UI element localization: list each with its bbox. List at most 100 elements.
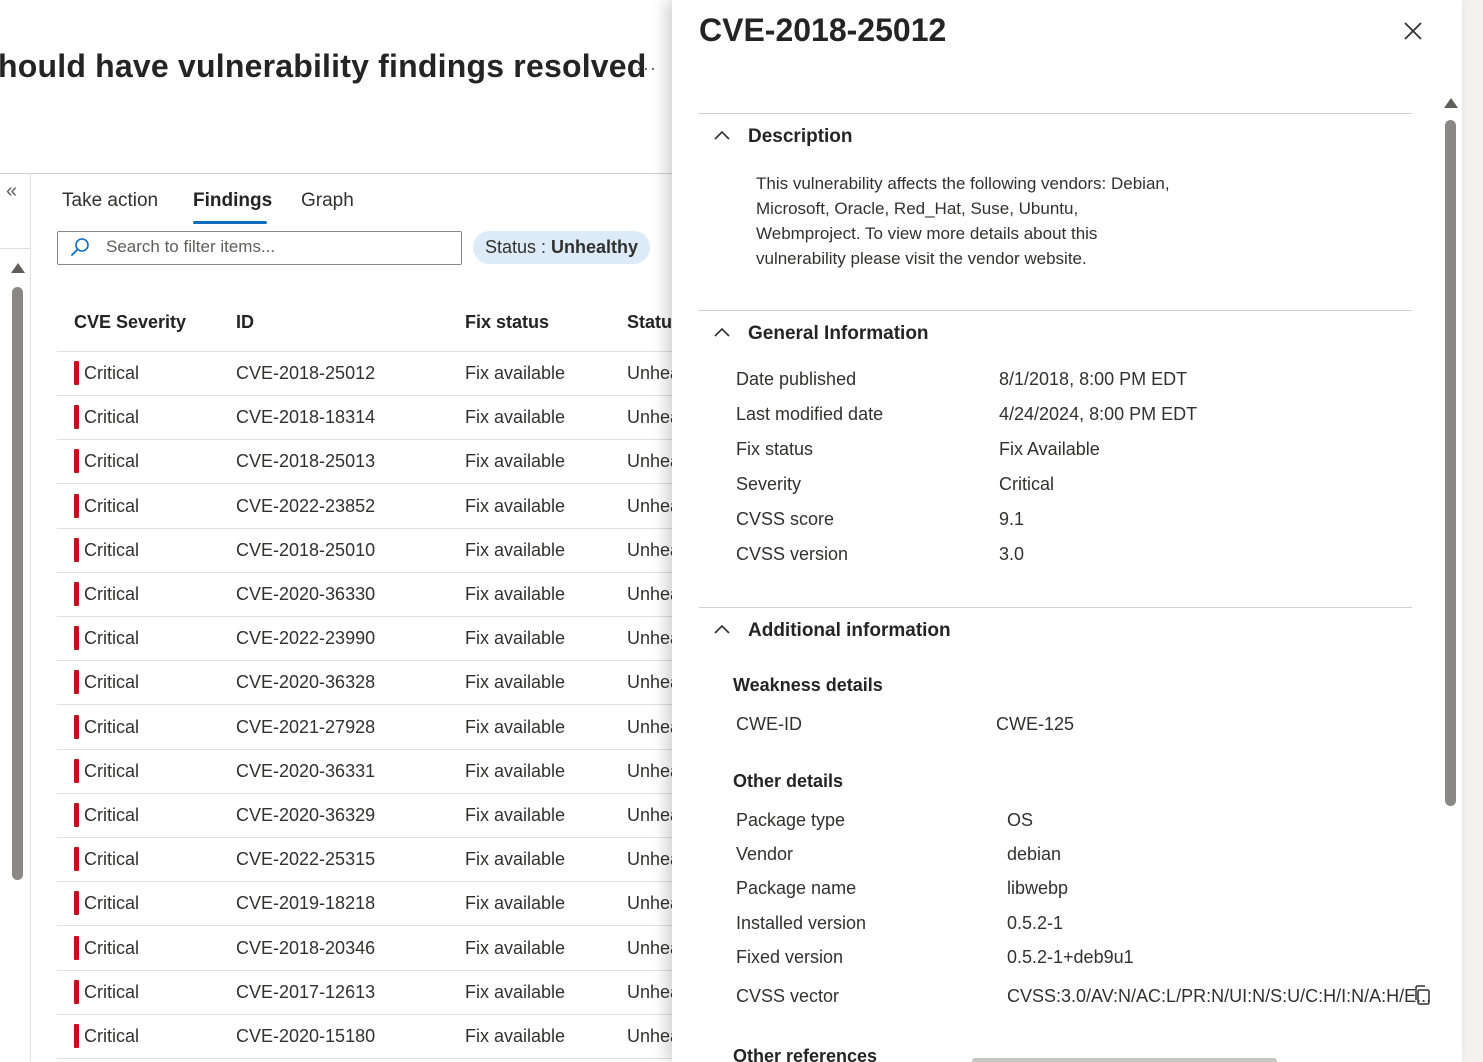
panel-title: CVE-2018-25012 <box>699 12 947 48</box>
severity-cell: Critical <box>84 716 140 737</box>
table-row[interactable]: Critical CVE-2022-23852 Fix available Unhea <box>57 485 697 529</box>
severity-indicator <box>74 803 79 827</box>
description-text: This vulnerability affects the following… <box>756 174 1170 268</box>
panel-edge <box>1462 0 1483 1062</box>
id-cell: CVE-2020-36329 <box>236 805 376 825</box>
table-row[interactable]: Critical CVE-2018-25010 Fix available Unhea <box>57 529 697 573</box>
table-header: CVE Severity ID Fix status Status <box>57 300 697 352</box>
description-heading: Description <box>748 126 853 147</box>
table-row[interactable]: Critical CVE-2018-25012 Fix available Unhea <box>57 352 697 396</box>
additional-information-heading: Additional information <box>748 620 951 641</box>
table-row[interactable]: Critical CVE-2018-25013 Fix available Unhea <box>57 440 697 485</box>
id-cell: CVE-2022-25315 <box>236 849 376 870</box>
severity-cell: Critical <box>84 937 140 958</box>
other-detail-value: OS <box>1007 810 1034 830</box>
table-row[interactable]: Critical CVE-2020-36329 Fix available Unhea <box>57 794 697 838</box>
fix-status-cell: Fix available <box>465 539 566 560</box>
other-detail-value: libwebp <box>1007 878 1069 898</box>
table-row[interactable]: Critical CVE-2020-36330 Fix available Unhea <box>57 573 697 617</box>
severity-indicator <box>74 626 79 651</box>
severity-cell: Critical <box>84 628 140 649</box>
status-filter-pill[interactable]: Status : Unhealthy <box>473 231 651 264</box>
section-divider <box>699 607 1412 608</box>
general-information-section-header[interactable]: General Information <box>714 323 929 345</box>
general-info-value: Fix Available <box>999 439 1100 459</box>
id-cell: CVE-2018-18314 <box>236 407 376 428</box>
page-title: hould have vulnerability findings resolv… <box>0 48 647 84</box>
other-detail-label: CVSS vector <box>736 986 840 1006</box>
severity-cell: Critical <box>84 584 140 604</box>
panel-scroll-up-arrow-icon[interactable] <box>1444 98 1458 108</box>
table-row[interactable]: Critical CVE-2021-27928 Fix available Unhea <box>57 706 697 750</box>
table-row[interactable]: Critical CVE-2020-15180 Fix available Unhea <box>57 1015 697 1059</box>
status-filter-key: Status : <box>485 237 552 257</box>
general-info-label: Last modified date <box>736 404 884 424</box>
more-options-button[interactable]: ··· <box>636 58 657 79</box>
search-box[interactable] <box>57 231 462 265</box>
severity-cell: Critical <box>84 849 140 870</box>
column-header-fix-status[interactable]: Fix status <box>465 312 549 333</box>
id-cell: CVE-2018-25012 <box>236 363 376 383</box>
copy-icon[interactable] <box>1412 984 1432 1006</box>
severity-indicator <box>74 537 79 562</box>
search-input[interactable] <box>106 233 446 261</box>
table-row[interactable]: Critical CVE-2018-18314 Fix available Unhea <box>57 396 697 441</box>
severity-cell: Critical <box>84 981 140 1002</box>
tab-graph[interactable]: Graph <box>301 190 354 212</box>
additional-information-section-header[interactable]: Additional information <box>714 620 951 642</box>
general-info-label: CVSS version <box>736 544 849 564</box>
general-info-value: 4/24/2024, 8:00 PM EDT <box>999 404 1198 424</box>
scroll-up-arrow-icon[interactable] <box>11 263 25 273</box>
id-cell: CVE-2018-25013 <box>236 451 376 472</box>
panel-scrollbar-thumb[interactable] <box>1445 120 1456 806</box>
fix-status-cell: Fix available <box>465 628 566 649</box>
close-icon[interactable] <box>1402 20 1424 42</box>
other-detail-label: Fixed version <box>736 947 844 967</box>
severity-indicator <box>74 758 79 783</box>
table-row[interactable]: Critical CVE-2022-25315 Fix available Unhea <box>57 838 697 883</box>
fix-status-cell: Fix available <box>465 584 566 604</box>
general-info-value: 9.1 <box>999 509 1025 529</box>
collapse-menu-button[interactable]: « <box>6 180 17 203</box>
general-info-label: Date published <box>736 369 857 389</box>
tab-take-action[interactable]: Take action <box>62 190 158 212</box>
table-row[interactable]: Critical CVE-2020-36328 Fix available Unhea <box>57 661 697 706</box>
severity-cell: Critical <box>84 893 140 914</box>
fix-status-cell: Fix available <box>465 805 566 825</box>
general-info-value: Critical <box>999 474 1055 494</box>
description-section-header[interactable]: Description <box>714 126 853 148</box>
id-cell: CVE-2020-15180 <box>236 1026 376 1046</box>
severity-cell: Critical <box>84 407 140 428</box>
column-header-severity[interactable]: CVE Severity <box>74 312 186 333</box>
severity-cell: Critical <box>84 1026 140 1046</box>
fix-status-cell: Fix available <box>465 849 566 870</box>
chevron-up-icon <box>714 327 730 337</box>
fix-status-cell: Fix available <box>465 893 566 914</box>
severity-indicator <box>74 714 79 739</box>
table-row[interactable]: Critical CVE-2018-20346 Fix available Unhea <box>57 927 697 971</box>
horizontal-scrollbar-thumb[interactable] <box>972 1058 1277 1062</box>
other-detail-label: Vendor <box>736 844 794 864</box>
id-cell: CVE-2020-36331 <box>236 760 376 781</box>
severity-cell: Critical <box>84 363 140 383</box>
status-filter-value: Unhealthy <box>551 237 639 257</box>
severity-cell: Critical <box>84 805 140 825</box>
weakness-value: CWE-125 <box>996 714 1075 734</box>
table-row[interactable]: Critical CVE-2017-12613 Fix available Unhea <box>57 971 697 1015</box>
fix-status-cell: Fix available <box>465 451 566 472</box>
selected-tab-indicator <box>193 221 267 224</box>
chevron-up-icon <box>714 130 730 140</box>
table-row[interactable]: Critical CVE-2019-18218 Fix available Unhea <box>57 882 697 927</box>
general-info-label: CVSS score <box>736 509 835 529</box>
table-row[interactable]: Critical CVE-2022-23990 Fix available Unhea <box>57 617 697 662</box>
table-row[interactable]: Critical CVE-2020-36331 Fix available Unhea <box>57 750 697 794</box>
severity-indicator <box>74 670 79 695</box>
other-detail-value: 0.5.2-1 <box>1007 913 1064 933</box>
other-detail-label: Package name <box>736 878 857 898</box>
details-panel: CVE-2018-25012 Description This vulnerab… <box>672 0 1462 1062</box>
left-scrollbar-thumb[interactable] <box>12 287 23 880</box>
fix-status-cell: Fix available <box>465 937 566 958</box>
tab-findings[interactable]: Findings <box>193 190 272 212</box>
column-header-id[interactable]: ID <box>236 312 254 333</box>
other-detail-value: 0.5.2-1+deb9u1 <box>1007 947 1134 967</box>
